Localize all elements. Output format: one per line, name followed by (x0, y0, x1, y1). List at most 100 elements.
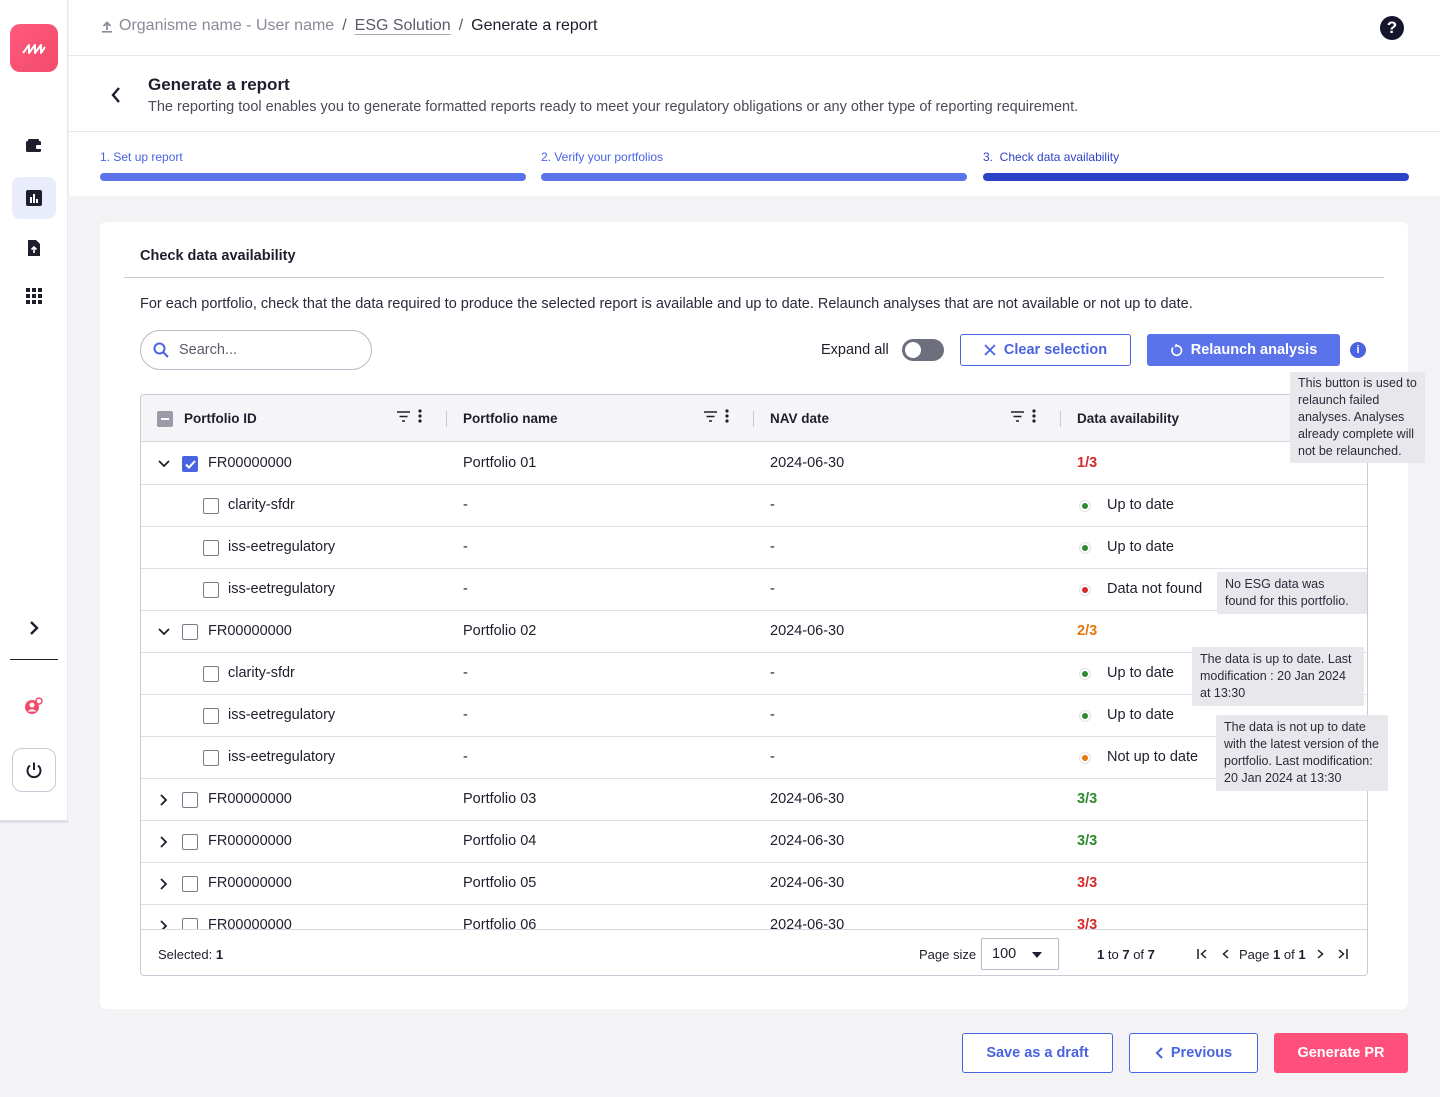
chevron-right-icon (160, 794, 168, 806)
status-dot-green (1080, 543, 1090, 553)
previous-button[interactable]: Previous (1129, 1033, 1258, 1073)
step-check-data[interactable]: 3. Check data availability (983, 150, 1409, 181)
row-checkbox[interactable] (203, 498, 219, 514)
row-checkbox[interactable] (182, 834, 198, 850)
selected-value: 1 (215, 947, 224, 962)
sidebar-divider (10, 659, 58, 660)
previous-label: Previous (1170, 1045, 1233, 1061)
row-checkbox[interactable] (203, 666, 219, 682)
column-header-nav-date[interactable]: NAV date (770, 411, 829, 426)
filter-icon[interactable] (1011, 410, 1024, 422)
column-separator[interactable] (753, 411, 754, 427)
nav-date: - (770, 581, 775, 597)
table-row[interactable]: clarity-sfdr - - Up to date (141, 485, 1367, 527)
collapse-row-button[interactable] (157, 625, 171, 639)
filter-icon[interactable] (397, 410, 410, 422)
table-row[interactable]: iss-eetregulatory - - Up to date (141, 695, 1367, 737)
table-row[interactable]: iss-eetregulatory - - Data not found (141, 569, 1367, 611)
row-checkbox[interactable] (182, 624, 198, 640)
relaunch-analysis-button[interactable]: Relaunch analysis (1147, 334, 1340, 366)
sidebar-item-apps[interactable] (12, 275, 56, 317)
table-row[interactable]: FR00000000 Portfolio 04 2024-06-30 3/3 (141, 821, 1367, 863)
wallet-icon (26, 139, 42, 152)
not-up-to-date-tooltip: The data is not up to date with the late… (1216, 715, 1388, 791)
search-box[interactable] (140, 330, 372, 370)
expand-all-toggle[interactable] (902, 339, 944, 361)
availability-status: Not up to date (1107, 749, 1199, 765)
save-draft-button[interactable]: Save as a draft (962, 1033, 1113, 1073)
expand-row-button[interactable] (157, 835, 171, 849)
step-progress-bar (983, 173, 1409, 181)
save-draft-label: Save as a draft (986, 1045, 1089, 1061)
bar-chart-icon (26, 190, 42, 206)
sidebar-user-settings[interactable] (12, 685, 56, 727)
first-page-icon[interactable] (1197, 949, 1208, 959)
generate-report-button[interactable]: Generate PR (1274, 1033, 1408, 1073)
page-current: 1 (1273, 947, 1281, 962)
minus-icon (161, 418, 169, 420)
column-header-portfolio-id[interactable]: Portfolio ID (184, 411, 257, 426)
relaunch-info-tooltip: This button is used to relaunch failed a… (1290, 372, 1425, 463)
column-menu-icon[interactable] (1032, 409, 1036, 423)
relaunch-info-icon[interactable]: i (1350, 342, 1366, 358)
expand-row-button[interactable] (157, 793, 171, 807)
row-checkbox[interactable] (182, 792, 198, 808)
page-size-select[interactable]: 100 (981, 938, 1059, 970)
table-row[interactable]: FR00000000 Portfolio 01 2024-06-30 1/3 (141, 443, 1367, 485)
filter-icon[interactable] (704, 410, 717, 422)
back-button[interactable] (105, 84, 127, 106)
table-row[interactable]: FR00000000 Portfolio 02 2024-06-30 2/3 (141, 611, 1367, 653)
sidebar-item-files[interactable] (12, 227, 56, 269)
column-menu-icon[interactable] (418, 409, 422, 423)
status-dot-green (1080, 711, 1090, 721)
table-row[interactable]: iss-eetregulatory - - Not up to date (141, 737, 1367, 779)
select-all-checkbox[interactable] (157, 411, 173, 427)
collapse-row-button[interactable] (157, 457, 171, 471)
row-checkbox[interactable] (182, 456, 198, 472)
step-progress-bar (541, 173, 967, 181)
portfolio-id: FR00000000 (208, 623, 292, 639)
card-divider (124, 277, 1384, 278)
row-checkbox[interactable] (203, 708, 219, 724)
expand-row-button[interactable] (157, 877, 171, 891)
table-row[interactable]: FR00000000 Portfolio 05 2024-06-30 3/3 (141, 863, 1367, 905)
next-page-icon[interactable] (1317, 949, 1324, 959)
relaunch-analysis-label: Relaunch analysis (1190, 342, 1318, 358)
table-row[interactable]: FR00000000 Portfolio 03 2024-06-30 3/3 (141, 779, 1367, 821)
row-checkbox[interactable] (182, 876, 198, 892)
column-header-data-availability[interactable]: Data availability (1077, 411, 1179, 426)
availability-score: 1/3 (1077, 455, 1098, 471)
breadcrumb-org[interactable]: Organisme name - User name (101, 17, 334, 35)
breadcrumb-solution[interactable]: ESG Solution (355, 17, 451, 35)
page-subtitle: The reporting tool enables you to genera… (148, 99, 1079, 115)
table-row[interactable]: clarity-sfdr - - Up to date (141, 653, 1367, 695)
table-row[interactable]: iss-eetregulatory - - Up to date (141, 527, 1367, 569)
row-checkbox[interactable] (203, 540, 219, 556)
availability-status: Up to date (1107, 707, 1174, 723)
column-menu-icon[interactable] (725, 409, 729, 423)
last-page-icon[interactable] (1337, 949, 1348, 959)
help-button[interactable]: ? (1380, 16, 1404, 40)
sidebar-item-reports[interactable] (12, 177, 56, 219)
app-logo[interactable] (10, 24, 58, 72)
availability-score: 3/3 (1077, 875, 1098, 891)
portfolio-table: Portfolio ID Portfolio name NAV date Dat… (140, 394, 1368, 976)
provider-name: clarity-sfdr (228, 665, 295, 681)
column-header-portfolio-name[interactable]: Portfolio name (463, 411, 558, 426)
row-checkbox[interactable] (203, 750, 219, 766)
sidebar-expand-button[interactable] (12, 607, 56, 649)
logout-button[interactable] (12, 748, 56, 792)
sidebar-bottom-border (0, 820, 68, 823)
column-separator[interactable] (446, 411, 447, 427)
previous-page-icon[interactable] (1222, 949, 1229, 959)
availability-status: Data not found (1107, 581, 1203, 597)
portfolio-name: - (463, 665, 468, 681)
column-separator[interactable] (1060, 411, 1061, 427)
search-input[interactable] (179, 342, 349, 358)
clear-selection-button[interactable]: Clear selection (960, 334, 1131, 366)
portfolio-name: Portfolio 03 (463, 791, 537, 807)
step-setup[interactable]: 1. Set up report (100, 150, 526, 181)
row-checkbox[interactable] (203, 582, 219, 598)
sidebar-item-wallet[interactable] (12, 125, 56, 167)
step-verify[interactable]: 2. Verify your portfolios (541, 150, 967, 181)
